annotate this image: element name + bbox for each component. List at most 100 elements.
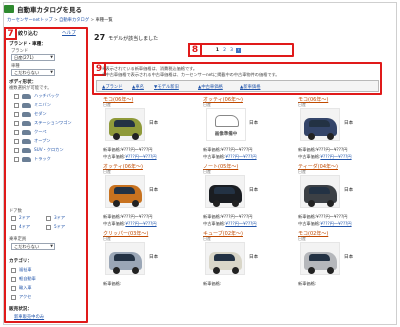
used-price-row: 中古車価格:¥???円〜¥???円: [103, 154, 157, 160]
used-price-link[interactable]: ¥???円〜¥???円: [125, 221, 156, 226]
country-label: 日本: [149, 255, 159, 260]
wheel: [308, 200, 315, 207]
used-price-link[interactable]: ¥???円〜¥???円: [320, 154, 351, 159]
used-price-label: 中古車価格:: [103, 154, 126, 159]
car-thumbnail[interactable]: [300, 108, 340, 141]
used-price-link[interactable]: ¥???円〜¥???円: [225, 154, 256, 159]
checkbox[interactable]: [11, 215, 16, 221]
body-type-option[interactable]: トラック: [14, 156, 51, 162]
checkbox[interactable]: [11, 224, 16, 230]
used-price-label: 中古車価格:: [103, 221, 126, 226]
used-price-link[interactable]: ¥???円〜¥???円: [225, 221, 256, 226]
category-option[interactable]: 福祉車: [11, 267, 32, 273]
used-price-row: 中古車価格:¥???円〜¥???円: [298, 154, 352, 160]
checkbox[interactable]: [14, 93, 19, 99]
notes: ※表示されている新車価格は、消費税込価格です。 ※中古車価格で表示される中古車価…: [102, 66, 352, 78]
checkbox[interactable]: [14, 138, 19, 144]
wheel: [308, 267, 315, 274]
body-type-option[interactable]: セダン: [14, 111, 47, 117]
header: 自動車カタログを見る: [4, 4, 82, 14]
new-car-only-link[interactable]: 新車販売中のみ: [14, 314, 44, 320]
checkbox[interactable]: [14, 111, 19, 117]
checkbox[interactable]: [14, 120, 19, 126]
category-option[interactable]: 軽自動車: [11, 276, 36, 282]
brand-select[interactable]: 日産(271): [11, 54, 55, 61]
coupe-icon: [22, 129, 31, 135]
sort-tab-model[interactable]: ▼モデル新旧: [154, 84, 179, 90]
help-link[interactable]: ヘルプ: [62, 30, 76, 36]
country-label: 日本: [249, 255, 259, 260]
category-option[interactable]: 輸入車: [11, 285, 32, 291]
country-label: 日本: [344, 121, 354, 126]
page-3[interactable]: 3: [229, 48, 234, 53]
checkbox[interactable]: [14, 102, 19, 108]
new-price: 新車価格:¥???円〜¥???円: [103, 214, 153, 219]
country-label: 日本: [249, 121, 259, 126]
wheel: [113, 267, 120, 274]
body-type-option[interactable]: ミニバン: [14, 102, 51, 108]
car-window: [309, 187, 330, 194]
used-price-label: 中古車価格:: [298, 221, 321, 226]
door-option[interactable]: 3ドア: [46, 215, 65, 221]
suv-icon: [22, 147, 31, 153]
placeholder-text: 画像準備中: [214, 132, 238, 137]
car-thumbnail[interactable]: [205, 242, 245, 275]
capacity-select[interactable]: こだわらない: [11, 243, 55, 250]
door-option[interactable]: 4ドア: [11, 224, 30, 230]
checkbox[interactable]: [46, 215, 51, 221]
checkbox[interactable]: [11, 285, 16, 291]
car-window: [114, 120, 135, 127]
sort-tab-brand[interactable]: ▲ブランド: [102, 84, 123, 90]
wheel: [327, 267, 334, 274]
car-thumbnail[interactable]: [300, 242, 340, 275]
used-price-row: 中古車価格:¥???円〜¥???円: [103, 221, 157, 227]
wheel: [113, 200, 120, 207]
breadcrumb-link-top[interactable]: カーセンサーnetトップ: [7, 18, 53, 23]
model-card[interactable]: モコ(02年〜) 日産 日本 新車価格:: [298, 230, 392, 308]
sort-tab-new-price[interactable]: ▲新車価格: [240, 84, 261, 90]
body-type-option[interactable]: オープン: [14, 138, 51, 144]
model-card[interactable]: クリッパー(03年〜) 日産 日本 新車価格:: [103, 230, 197, 308]
car-thumbnail[interactable]: [105, 242, 145, 275]
checkbox[interactable]: [14, 156, 19, 162]
sort-tab-name[interactable]: ▲車名: [132, 84, 144, 90]
checkbox[interactable]: [11, 267, 16, 273]
checkbox[interactable]: [46, 224, 51, 230]
pager-annotation-badge: 8: [188, 43, 202, 57]
model-card[interactable]: キューブ(02年〜) 日産 日本 新車価格:: [203, 230, 297, 308]
body-type-option[interactable]: クーペ: [14, 129, 47, 135]
page-2[interactable]: 2: [222, 48, 227, 53]
car-thumbnail[interactable]: [300, 175, 340, 208]
car-window: [114, 187, 135, 194]
sale-section-heading: 販売状況：: [9, 307, 32, 312]
next-page-icon[interactable]: ›: [236, 48, 241, 53]
breadcrumb: カーセンサーnetトップ > 自動車カタログ > 車種一覧: [7, 18, 113, 23]
car-thumbnail[interactable]: [105, 108, 145, 141]
body-type-option[interactable]: ステーションワゴン: [14, 120, 72, 126]
breadcrumb-link-catalog[interactable]: 自動車カタログ: [59, 18, 89, 23]
used-price-row: 中古車価格:¥???円〜¥???円: [203, 221, 257, 227]
checkbox[interactable]: [14, 147, 19, 153]
car-thumbnail[interactable]: [105, 175, 145, 208]
used-price-link[interactable]: ¥???円〜¥???円: [125, 154, 156, 159]
used-price-link[interactable]: ¥???円〜¥???円: [320, 221, 351, 226]
used-price-row: 中古車価格:¥???円〜¥???円: [203, 154, 257, 160]
new-price: 新車価格:¥???円〜¥???円: [203, 214, 253, 219]
wheel: [132, 200, 139, 207]
door-option[interactable]: 2ドア: [11, 215, 30, 221]
body-type-option[interactable]: SUV・クロカン: [14, 147, 64, 153]
car-window: [214, 254, 235, 261]
sort-tab-used-price[interactable]: ▲中古車価格: [198, 84, 223, 90]
car-thumbnail[interactable]: [205, 175, 245, 208]
checkbox[interactable]: [14, 129, 19, 135]
car-window: [309, 254, 330, 261]
door-option[interactable]: 5ドア: [46, 224, 65, 230]
minivan-icon: [22, 102, 31, 108]
wheel: [327, 200, 334, 207]
category-option[interactable]: アクセ: [11, 294, 31, 300]
new-price: 新車価格:¥???円〜¥???円: [298, 147, 348, 152]
checkbox[interactable]: [11, 276, 16, 282]
checkbox[interactable]: [11, 294, 16, 300]
body-type-option[interactable]: ハッチバック: [14, 93, 59, 99]
model-select[interactable]: こだわらない: [11, 69, 55, 76]
